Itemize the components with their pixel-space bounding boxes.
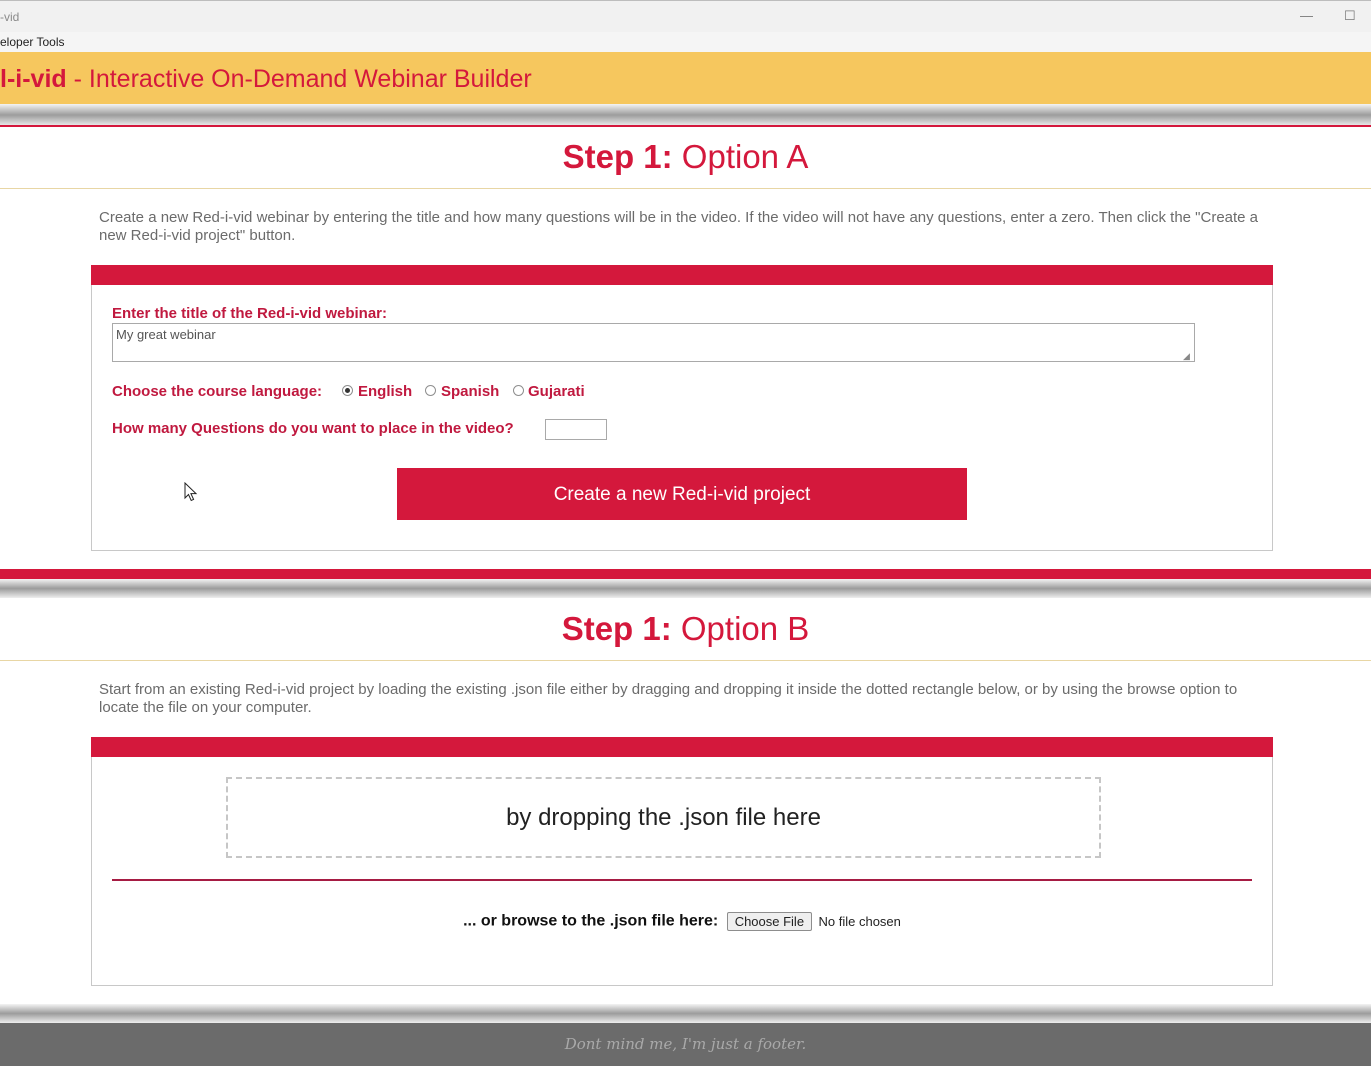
option-a-title-underline	[0, 188, 1371, 189]
mouse-pointer-icon	[184, 482, 198, 502]
window-titlebar: -vid — ☐	[0, 0, 1371, 32]
app-subtitle: - Interactive On-Demand Webinar Builder	[66, 65, 532, 93]
radio-gujarati-label[interactable]: Gujarati	[528, 383, 585, 400]
option-b-divider	[112, 879, 1252, 881]
section-separator	[0, 579, 1371, 598]
option-a-step-label: Step 1:	[562, 138, 673, 175]
webinar-title-label: Enter the title of the Red-i-vid webinar…	[112, 305, 388, 322]
section-red-band	[0, 569, 1371, 579]
radio-spanish[interactable]	[425, 385, 436, 396]
footer-separator	[0, 1004, 1371, 1023]
questions-count-label: How many Questions do you want to place …	[112, 420, 514, 437]
radio-gujarati[interactable]	[513, 385, 524, 396]
window-title: -vid	[0, 10, 20, 24]
radio-spanish-label[interactable]: Spanish	[441, 383, 499, 400]
footer-text: Dont mind me, I'm just a footer.	[564, 1035, 807, 1053]
radio-english[interactable]	[342, 385, 353, 396]
radio-english-label[interactable]: English	[358, 383, 412, 400]
page-footer: Dont mind me, I'm just a footer.	[0, 1023, 1371, 1066]
option-a-description: Create a new Red-i-vid webinar by enteri…	[99, 209, 1259, 244]
option-b-option-label: Option B	[671, 610, 810, 647]
app-brand: l-i-vid	[0, 65, 67, 93]
option-b-panel: by dropping the .json file here ... or b…	[91, 737, 1273, 986]
app-header: l-i-vid - Interactive On-Demand Webinar …	[0, 52, 1371, 104]
option-b-description: Start from an existing Red-i-vid project…	[99, 681, 1238, 716]
menu-item-developer-tools[interactable]: eloper Tools	[0, 35, 65, 49]
option-b-title: Step 1: Option B	[0, 610, 1371, 648]
header-red-line	[0, 125, 1371, 127]
create-project-button[interactable]: Create a new Red-i-vid project	[397, 468, 967, 520]
app-title: l-i-vid - Interactive On-Demand Webinar …	[0, 65, 532, 94]
questions-count-input[interactable]	[545, 419, 607, 440]
option-a-title: Step 1: Option A	[0, 138, 1371, 176]
option-b-step-label: Step 1:	[561, 610, 672, 647]
option-b-title-underline	[0, 660, 1371, 661]
maximize-icon[interactable]: ☐	[1344, 6, 1356, 26]
minimize-icon[interactable]: —	[1300, 6, 1313, 26]
option-b-panel-bar	[91, 737, 1273, 757]
choose-file-button[interactable]: Choose File	[726, 912, 813, 931]
option-a-option-label: Option A	[672, 138, 809, 175]
no-file-status: No file chosen	[818, 914, 901, 929]
language-label: Choose the course language:	[112, 383, 323, 400]
option-a-panel: Enter the title of the Red-i-vid webinar…	[91, 265, 1273, 551]
resize-grip-icon[interactable]: ◢	[1183, 351, 1190, 362]
json-drop-zone[interactable]: by dropping the .json file here	[226, 777, 1101, 858]
option-a-panel-bar	[91, 265, 1273, 285]
webinar-title-input[interactable]: My great webinar	[112, 323, 1195, 362]
menu-bar: eloper Tools	[0, 32, 1371, 52]
header-separator	[0, 104, 1371, 126]
browse-label: ... or browse to the .json file here:	[463, 912, 719, 930]
browse-row: ... or browse to the .json file here: Ch…	[92, 912, 1272, 931]
